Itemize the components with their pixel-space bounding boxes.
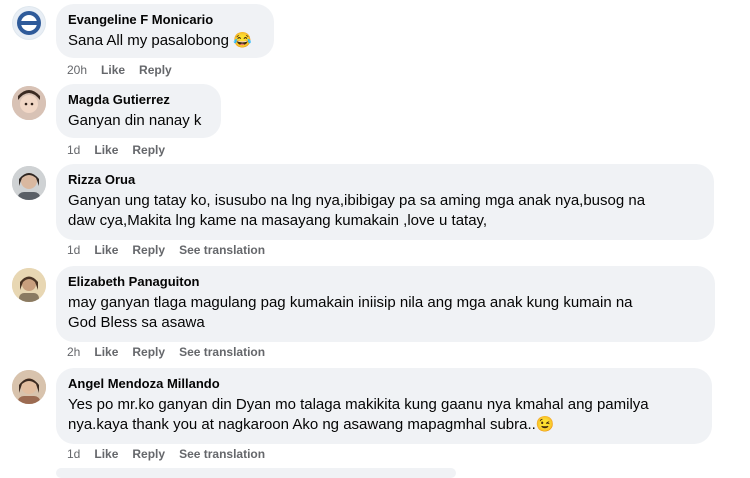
avatar[interactable] [12, 268, 46, 302]
comment-bubble: Elizabeth Panaguiton may ganyan tlaga ma… [56, 266, 715, 342]
avatar-photo-icon [12, 86, 46, 120]
comment-time[interactable]: 1d [67, 242, 80, 258]
comment-author[interactable]: Elizabeth Panaguiton [68, 274, 703, 290]
comment-actions: 1d Like Reply See translation [67, 446, 265, 462]
comment-time[interactable]: 2h [67, 344, 80, 360]
like-button[interactable]: Like [94, 344, 118, 360]
see-translation-link[interactable]: See translation [179, 446, 265, 462]
avatar[interactable] [12, 370, 46, 404]
comment-time[interactable]: 1d [67, 446, 80, 462]
comment-text: Ganyan din nanay k [68, 112, 202, 129]
comment-author[interactable]: Evangeline F Monicario [68, 12, 262, 28]
reply-button[interactable]: Reply [132, 344, 165, 360]
comment-text: may ganyan tlaga magulang pag kumakain i… [68, 294, 633, 331]
comment-bubble-partial [56, 468, 456, 478]
comment-text: Ganyan ung tatay ko, isusubo na lng nya,… [68, 192, 646, 229]
like-button[interactable]: Like [94, 142, 118, 158]
avatar[interactable] [12, 6, 46, 40]
avatar-photo-icon [12, 268, 46, 302]
reply-button[interactable]: Reply [132, 242, 165, 258]
comment-bubble: Evangeline F Monicario Sana All my pasal… [56, 4, 274, 58]
comment-text: Yes po mr.ko ganyan din Dyan mo talaga m… [68, 396, 649, 433]
reply-button[interactable]: Reply [132, 446, 165, 462]
comment-text: Sana All my pasalobong 😂 [68, 32, 252, 49]
comment-actions: 20h Like Reply [67, 62, 172, 78]
see-translation-link[interactable]: See translation [179, 242, 265, 258]
avatar-photo-icon [12, 166, 46, 200]
like-button[interactable]: Like [101, 62, 125, 78]
avatar-logo-icon [13, 7, 45, 39]
avatar[interactable] [12, 166, 46, 200]
comment-time[interactable]: 1d [67, 142, 80, 158]
comment-actions: 1d Like Reply See translation [67, 242, 265, 258]
see-translation-link[interactable]: See translation [179, 344, 265, 360]
comment-time[interactable]: 20h [67, 62, 87, 78]
like-button[interactable]: Like [94, 446, 118, 462]
comment-bubble: Angel Mendoza Millando Yes po mr.ko gany… [56, 368, 712, 444]
reply-button[interactable]: Reply [139, 62, 172, 78]
comment-author[interactable]: Angel Mendoza Millando [68, 376, 700, 392]
comment-author[interactable]: Magda Gutierrez [68, 92, 209, 108]
comment-author[interactable]: Rizza Orua [68, 172, 702, 188]
comment-bubble: Rizza Orua Ganyan ung tatay ko, isusubo … [56, 164, 714, 240]
reply-button[interactable]: Reply [132, 142, 165, 158]
like-button[interactable]: Like [94, 242, 118, 258]
comment-actions: 1d Like Reply [67, 142, 165, 158]
comment-bubble: Magda Gutierrez Ganyan din nanay k [56, 84, 221, 138]
avatar[interactable] [12, 86, 46, 120]
avatar-photo-icon [12, 370, 46, 404]
comment-actions: 2h Like Reply See translation [67, 344, 265, 360]
